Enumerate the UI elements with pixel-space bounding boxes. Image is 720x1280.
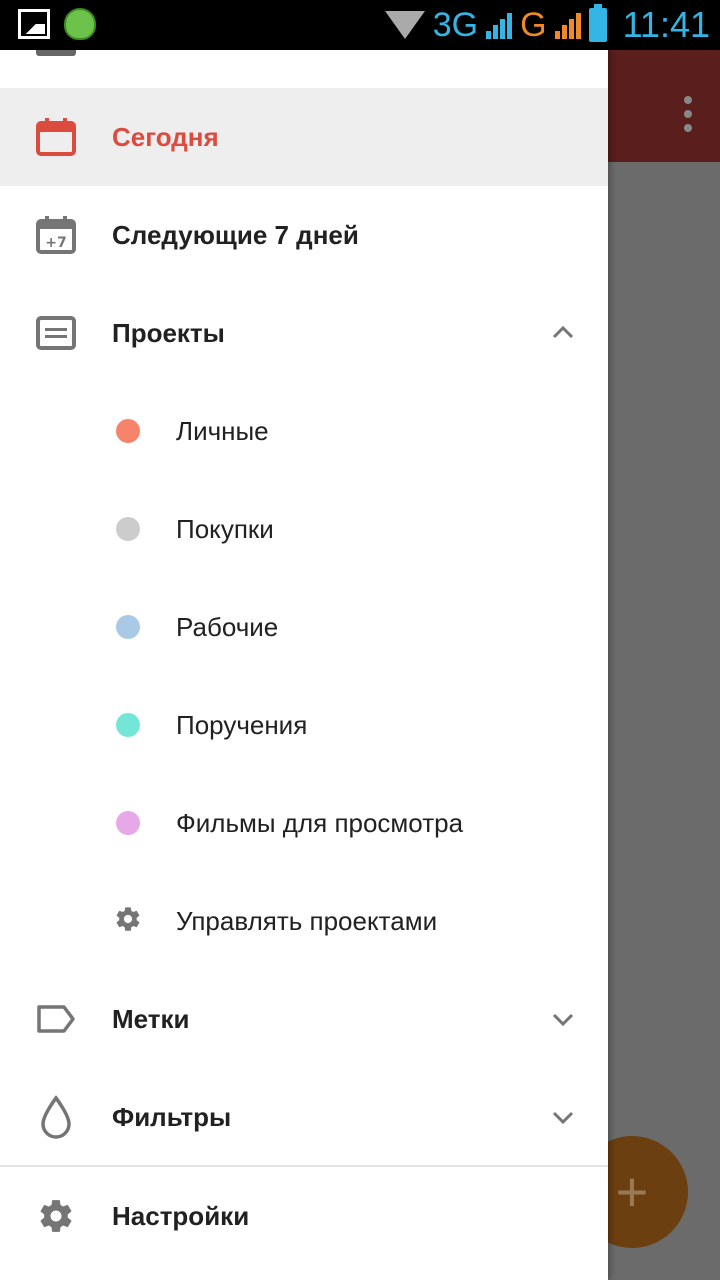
project-label: Рабочие [176, 611, 279, 642]
battery-icon [588, 4, 607, 42]
gear-icon [36, 1196, 76, 1236]
nav-item-label: Следующие 7 дней [112, 219, 359, 250]
filter-drop-icon [36, 1095, 76, 1139]
gear-icon [114, 905, 142, 938]
chevron-down-icon[interactable] [552, 1106, 574, 1128]
project-item-errands[interactable]: Поручения [0, 676, 608, 774]
nav-item-label: Фильтры [112, 1101, 232, 1132]
nav-item-label: Проекты [112, 317, 225, 348]
status-bar: 3G G 11:41 [0, 0, 720, 50]
nav-item-settings[interactable]: Настройки [0, 1167, 608, 1265]
project-color-dot [116, 517, 140, 541]
nav-item-label: Сегодня [112, 121, 219, 152]
nav-item-today[interactable]: Сегодня [0, 88, 608, 186]
wifi-icon [384, 11, 425, 39]
nav-item-label: Метки [112, 1003, 190, 1034]
chevron-down-icon[interactable] [552, 1008, 574, 1030]
manage-projects-label: Управлять проектами [176, 905, 438, 936]
partially-visible-row [0, 50, 608, 88]
project-item-shopping[interactable]: Покупки [0, 480, 608, 578]
chevron-up-icon[interactable] [552, 322, 574, 344]
project-item-movies[interactable]: Фильмы для просмотра [0, 774, 608, 872]
network-type-sim2: G [520, 5, 547, 44]
project-item-work[interactable]: Рабочие [0, 578, 608, 676]
nav-item-projects[interactable]: Проекты [0, 284, 608, 382]
project-label: Личные [176, 415, 269, 446]
project-color-dot [116, 419, 140, 443]
project-color-dot [116, 615, 140, 639]
project-color-dot [116, 811, 140, 835]
signal-sim1-icon [486, 11, 513, 39]
navigation-drawer: Сегодня +7 Следующие 7 дней Проекты Личн… [0, 50, 608, 1280]
image-notification-icon [18, 9, 50, 39]
manage-projects-item[interactable]: Управлять проектами [0, 872, 608, 970]
project-item-personal[interactable]: Личные [0, 382, 608, 480]
more-options-icon[interactable] [684, 96, 692, 132]
nav-item-label: Настройки [112, 1200, 250, 1231]
project-color-dot [116, 713, 140, 737]
signal-sim2-icon [554, 11, 581, 39]
project-label: Покупки [176, 513, 274, 544]
network-type-sim1: 3G [432, 5, 479, 44]
antivirus-icon [64, 8, 96, 40]
calendar-plus-7-icon: +7 [36, 215, 76, 255]
calendar-icon [36, 117, 76, 157]
nav-item-next-7-days[interactable]: +7 Следующие 7 дней [0, 186, 608, 284]
nav-item-labels[interactable]: Метки [0, 970, 608, 1068]
label-tag-icon [36, 999, 76, 1039]
projects-icon [36, 313, 76, 353]
svg-text:+7: +7 [45, 235, 66, 251]
project-label: Фильмы для просмотра [176, 807, 464, 838]
inbox-icon [36, 50, 76, 56]
project-label: Поручения [176, 709, 308, 740]
clock: 11:41 [622, 4, 710, 45]
nav-item-filters[interactable]: Фильтры [0, 1068, 608, 1166]
